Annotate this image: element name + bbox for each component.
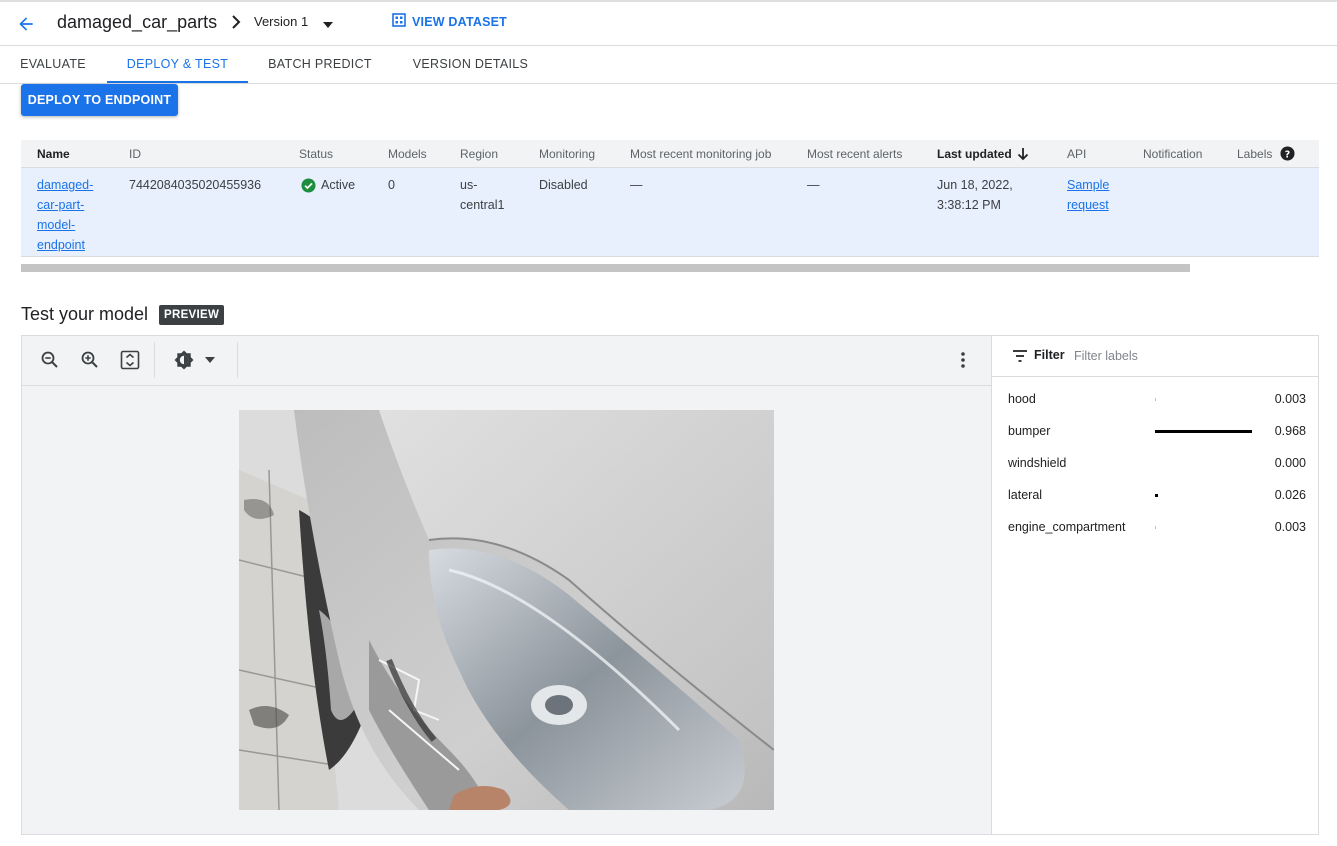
car-photo [239, 410, 774, 810]
prediction-row: hood 0.003 [992, 384, 1319, 416]
endpoint-monitoring: Disabled [539, 178, 588, 192]
arrow-back-icon[interactable] [12, 10, 40, 38]
table-header: Name ID Status Models Region Monitoring … [21, 140, 1319, 168]
time-line: 3:38:12 PM [937, 198, 1001, 212]
column-header-recent-job[interactable]: Most recent monitoring job [630, 147, 771, 161]
endpoint-id: 7442084035020455936 [129, 178, 262, 192]
column-header-monitoring[interactable]: Monitoring [539, 147, 595, 161]
chevron-right-icon [228, 13, 244, 31]
confidence-score: 0.968 [1274, 424, 1306, 438]
svg-text:?: ? [1285, 149, 1290, 160]
fit-screen-icon[interactable] [118, 348, 142, 372]
endpoint-models: 0 [388, 178, 395, 192]
prediction-row: engine_compartment 0.003 [992, 512, 1319, 544]
caret-down-icon[interactable] [321, 18, 335, 28]
confidence-bar [1155, 430, 1252, 433]
toolbar-divider [154, 342, 155, 378]
status-text: Active [321, 178, 356, 192]
brightness-icon[interactable] [172, 348, 196, 372]
prediction-label: bumper [1008, 424, 1051, 438]
more-vert-icon[interactable] [951, 348, 975, 372]
date-line: Jun 18, 2022, [937, 178, 1013, 192]
confidence-bar [1155, 526, 1156, 529]
image-toolbar [22, 336, 991, 386]
confidence-bar [1155, 494, 1158, 497]
endpoint-last-updated: Jun 18, 2022, 3:38:12 PM [937, 175, 1013, 215]
filter-labels-input[interactable] [1074, 344, 1304, 368]
column-header-status[interactable]: Status [299, 147, 333, 161]
endpoint-name-link[interactable]: damaged- car-part- model- endpoint [37, 175, 93, 255]
name-line: endpoint [37, 238, 85, 252]
tab-batch-predict[interactable]: BATCH PREDICT [259, 47, 381, 83]
tab-evaluate[interactable]: EVALUATE [10, 47, 96, 83]
confidence-score: 0.000 [1274, 456, 1306, 470]
name-line: damaged- [37, 178, 94, 192]
tab-bar: EVALUATE DEPLOY & TEST BATCH PREDICT VER… [0, 47, 1337, 84]
column-header-notification[interactable]: Notification [1143, 147, 1202, 161]
section-title: Test your model [21, 304, 149, 324]
deploy-to-endpoint-button[interactable]: DEPLOY TO ENDPOINT [21, 84, 178, 116]
filter-label: Filter [1034, 348, 1065, 362]
prediction-label: windshield [1008, 456, 1067, 470]
version-selector[interactable]: Version 1 [254, 14, 308, 29]
filter-bar: Filter [992, 336, 1319, 377]
endpoint-region: us- central1 [460, 175, 504, 215]
sample-request-link[interactable]: Sample request [1067, 175, 1109, 215]
column-header-last-updated[interactable]: Last updated [937, 147, 1012, 161]
filter-list-icon[interactable] [1012, 349, 1028, 363]
view-dataset-link[interactable]: VIEW DATASET [392, 13, 507, 30]
arrow-down-icon[interactable] [1015, 146, 1031, 162]
column-header-labels[interactable]: Labels [1237, 147, 1272, 161]
zoom-in-icon[interactable] [78, 348, 102, 372]
page-header: damaged_car_parts Version 1 VIEW DATASET [0, 2, 1337, 46]
column-header-region[interactable]: Region [460, 147, 498, 161]
column-header-recent-alerts[interactable]: Most recent alerts [807, 147, 902, 161]
name-line: car-part- [37, 198, 85, 212]
caret-down-icon[interactable] [200, 348, 220, 372]
prediction-row: lateral 0.026 [992, 480, 1319, 512]
confidence-bar [1155, 398, 1156, 401]
column-header-id[interactable]: ID [129, 147, 141, 161]
column-header-name[interactable]: Name [37, 147, 70, 161]
tab-version-details[interactable]: VERSION DETAILS [405, 47, 536, 83]
prediction-label: hood [1008, 392, 1036, 406]
horizontal-scrollbar[interactable] [21, 264, 1190, 272]
column-header-api[interactable]: API [1067, 147, 1086, 161]
endpoints-table: Name ID Status Models Region Monitoring … [21, 140, 1319, 257]
confidence-score: 0.026 [1274, 488, 1306, 502]
check-circle-icon [301, 177, 316, 193]
endpoint-recent-job: — [630, 178, 643, 192]
endpoint-recent-alerts: — [807, 178, 820, 192]
predictions-panel: Filter hood 0.003 bumper 0.968 windshield 0.0… [991, 336, 1319, 834]
help-icon[interactable]: ? [1280, 146, 1295, 161]
api-line: Sample [1067, 178, 1110, 192]
confidence-score: 0.003 [1274, 520, 1306, 534]
preview-badge: PREVIEW [159, 305, 225, 325]
toolbar-divider [237, 342, 238, 378]
prediction-label: lateral [1008, 488, 1043, 502]
column-header-models[interactable]: Models [388, 147, 427, 161]
name-line: model- [37, 218, 76, 232]
table-row[interactable]: damaged- car-part- model- endpoint 74420… [21, 168, 1319, 257]
prediction-row: windshield 0.000 [992, 448, 1319, 480]
image-canvas[interactable] [22, 386, 991, 834]
zoom-out-icon[interactable] [38, 348, 62, 372]
grid-icon [392, 13, 406, 30]
test-panel: Filter hood 0.003 bumper 0.968 windshield 0.0… [21, 335, 1319, 835]
api-line: request [1067, 198, 1109, 212]
region-line: central1 [460, 198, 505, 212]
endpoint-status: Active [301, 175, 355, 195]
region-line: us- [460, 178, 478, 192]
tab-deploy-test[interactable]: DEPLOY & TEST [107, 47, 248, 83]
confidence-score: 0.003 [1274, 392, 1306, 406]
view-dataset-label: VIEW DATASET [412, 14, 507, 29]
prediction-row: bumper 0.968 [992, 416, 1319, 448]
prediction-label: engine_compartment [1008, 520, 1126, 534]
dataset-title: damaged_car_parts [57, 12, 218, 32]
